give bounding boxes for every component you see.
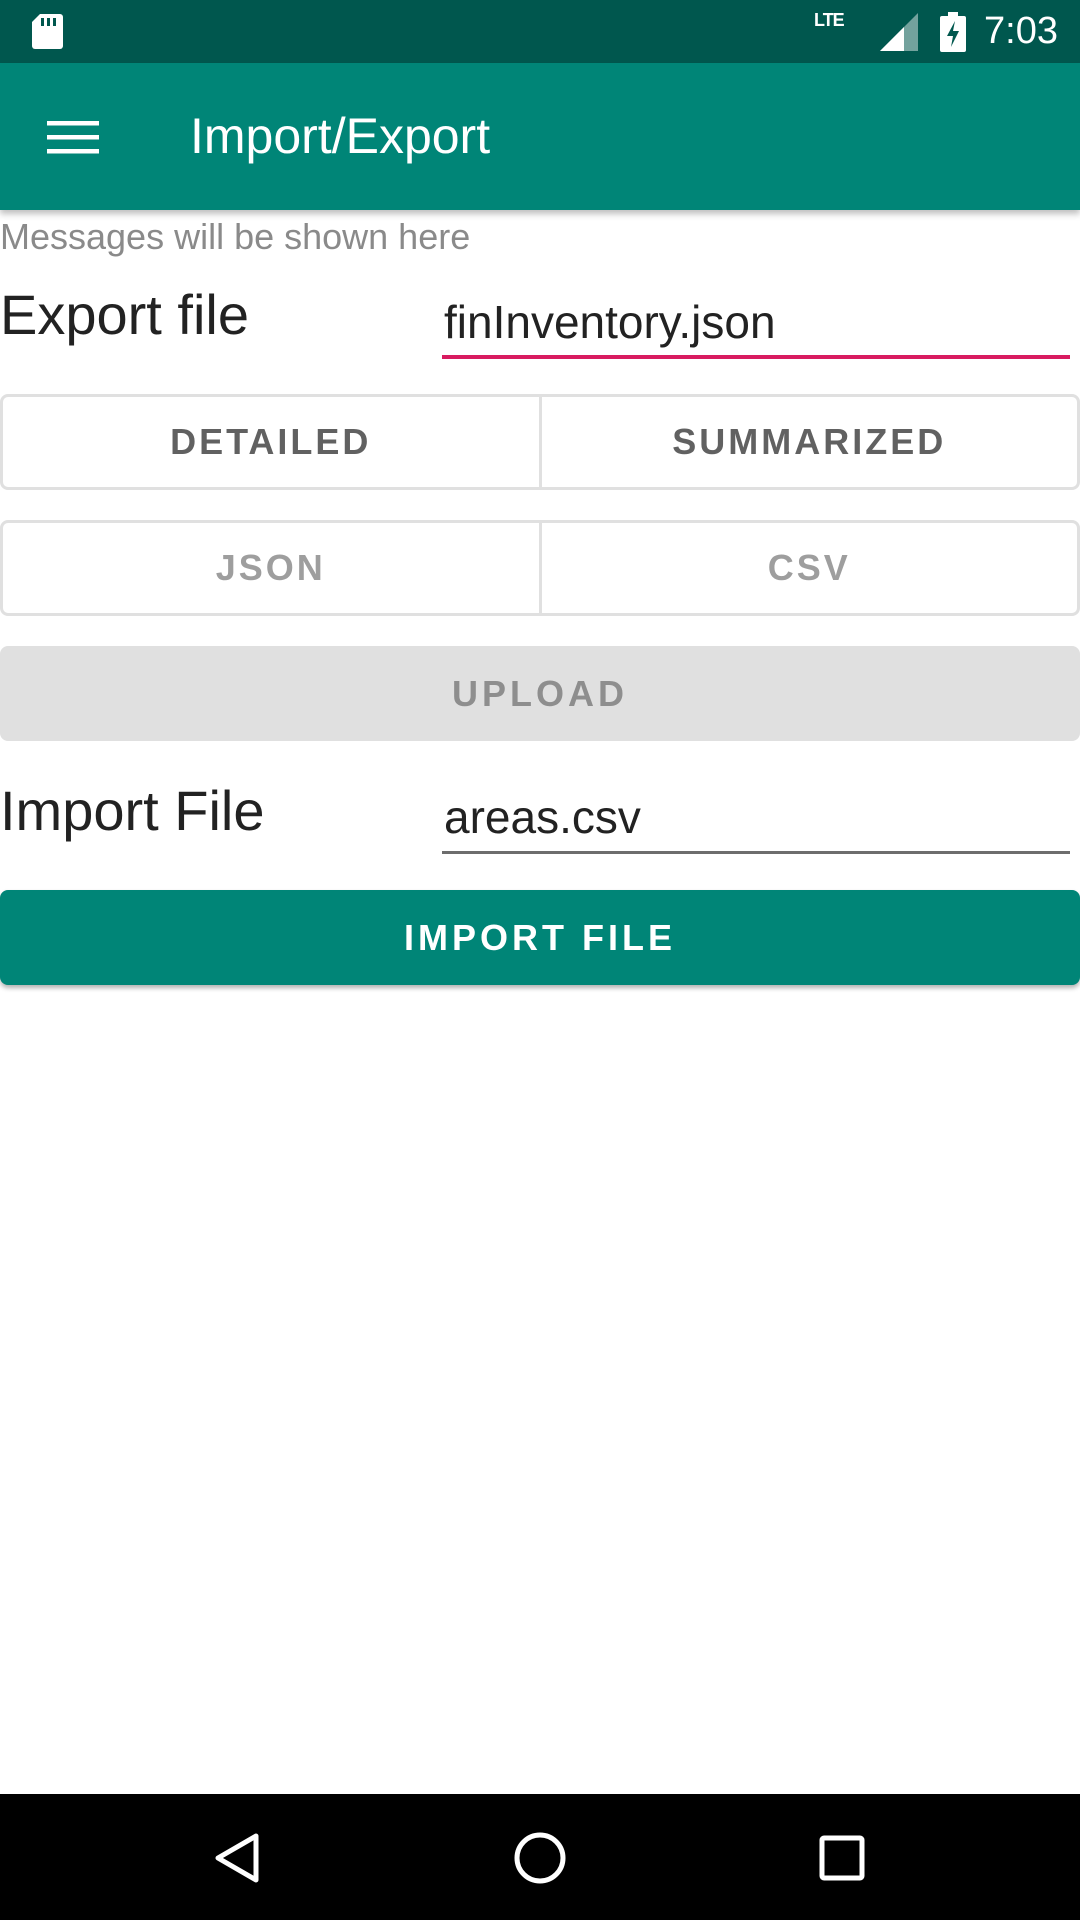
sd-card-icon [32,14,63,49]
export-file-input[interactable]: finInventory.json [442,285,1070,359]
detailed-toggle-button[interactable]: DETAILED [0,394,542,490]
recents-icon [819,1835,865,1881]
import-file-input[interactable]: areas.csv [442,780,1070,854]
csv-toggle-button[interactable]: CSV [538,520,1080,616]
format-toggle-group: JSON CSV [0,520,1080,616]
clock: 7:03 [984,10,1058,52]
menu-button[interactable] [26,99,120,175]
upload-button[interactable]: UPLOAD [0,646,1080,741]
navigation-bar [0,1794,1080,1920]
home-icon [514,1832,566,1884]
hamburger-menu-icon [47,121,99,154]
home-button[interactable] [504,1822,576,1894]
signal-icon [880,12,919,51]
battery-charging-icon [940,11,967,52]
app-bar: Import/Export [0,63,1080,210]
summarized-toggle-button[interactable]: SUMMARIZED [538,394,1080,490]
back-icon [215,1833,259,1883]
back-button[interactable] [200,1822,272,1894]
screen: LTE 7:03 Import/Export Messages will be … [0,0,1080,1920]
messages-text: Messages will be shown here [0,216,471,257]
recents-button[interactable] [806,1822,878,1894]
import-file-button[interactable]: IMPORT FILE [0,890,1080,985]
export-file-label: Export file [0,283,249,346]
status-bar: LTE 7:03 [0,0,1080,63]
detail-toggle-group: DETAILED SUMMARIZED [0,394,1080,490]
page-title: Import/Export [190,108,491,164]
status-right: LTE 7:03 [814,0,1080,63]
network-type: LTE [814,10,845,30]
json-toggle-button[interactable]: JSON [0,520,542,616]
import-file-label: Import File [0,779,265,842]
